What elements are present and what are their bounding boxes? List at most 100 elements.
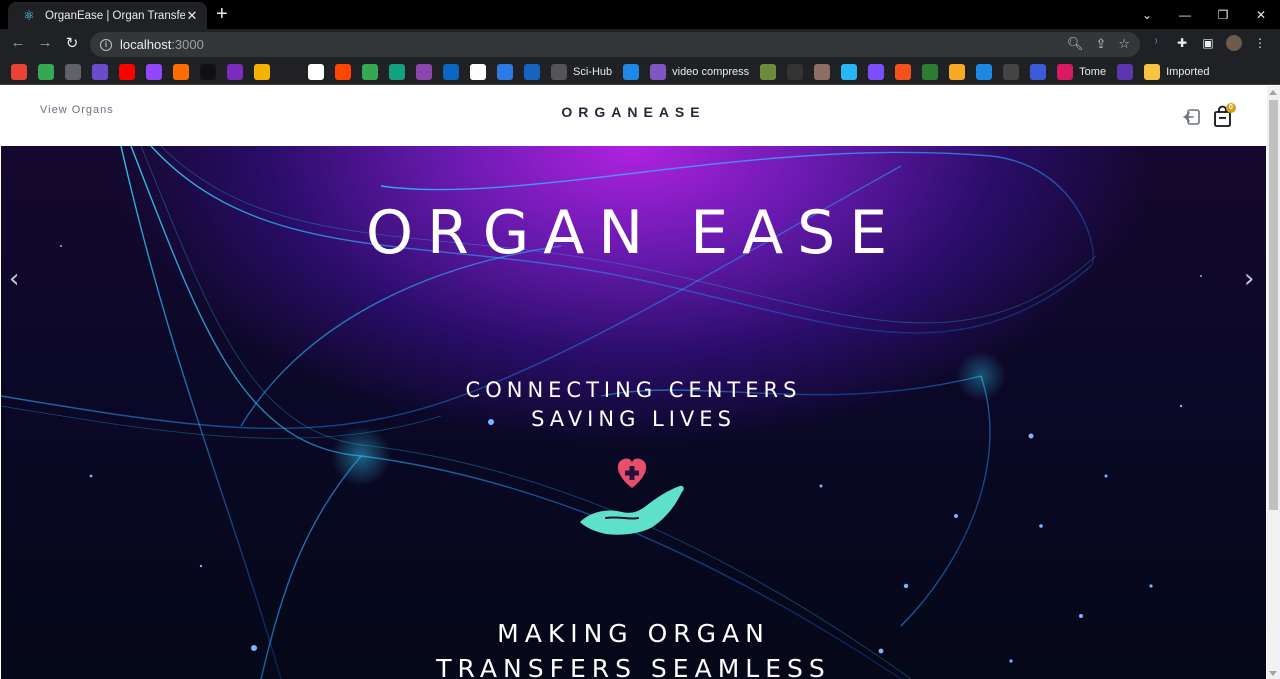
- profile-avatar[interactable]: [1226, 35, 1242, 51]
- scroll-up-icon[interactable]: [1269, 90, 1277, 95]
- puzzle-icon: [949, 63, 966, 80]
- info-icon[interactable]: i: [100, 38, 112, 51]
- browser-toolbar: ← → ↻ i localhost :3000 🔍︎ ⇪ ☆ ⁾ ✚ ▣ ⋮: [0, 29, 1280, 59]
- linkedin-icon: [443, 63, 459, 80]
- sidepanel-icon[interactable]: ▣: [1200, 35, 1216, 51]
- play-icon: [173, 63, 189, 80]
- tab-strip: ⚛ OrganEase | Organ Transfer ✕ + ⌄ — ❐ ✕: [0, 0, 1280, 29]
- bookmark-item[interactable]: [200, 63, 216, 80]
- close-icon[interactable]: ✕: [185, 8, 199, 24]
- site-header: View Organs ORGANEASE 0: [0, 86, 1267, 146]
- new-tab-button[interactable]: +: [216, 4, 228, 24]
- url-host: localhost: [120, 37, 172, 52]
- bookmark-label: video compress: [672, 65, 750, 78]
- bookmark-item[interactable]: [623, 63, 640, 80]
- bookmark-item[interactable]: [497, 63, 513, 80]
- scroll-down-icon[interactable]: [1269, 671, 1277, 676]
- github-icon: [470, 63, 486, 80]
- menu-icon[interactable]: ⋮: [1252, 35, 1268, 51]
- carousel-prev-icon[interactable]: ‹: [9, 264, 19, 294]
- x-icon: [200, 63, 216, 80]
- bookmark-item[interactable]: [65, 63, 81, 80]
- bookmark-item[interactable]: [787, 63, 804, 80]
- bookmark-item[interactable]: [895, 63, 912, 80]
- c-icon: [497, 63, 513, 80]
- close-window-icon[interactable]: ✕: [1242, 8, 1280, 22]
- bookmark-item[interactable]: Sci-Hub: [551, 63, 612, 80]
- bookmark-item[interactable]: Tome: [1057, 63, 1107, 80]
- g-icon: [1117, 63, 1134, 80]
- bookmark-item[interactable]: Imported: [1144, 63, 1210, 80]
- bookmark-item[interactable]: [841, 63, 858, 80]
- bookmark-item[interactable]: [949, 63, 966, 80]
- chatgpt-icon: [389, 63, 405, 80]
- page-viewport: View Organs ORGANEASE 0 ORGAN EASE CONNE…: [0, 86, 1267, 679]
- link-icon: [623, 63, 640, 80]
- scihub-icon: [551, 63, 567, 80]
- bookmark-item[interactable]: [119, 63, 135, 80]
- bookmark-item[interactable]: [416, 63, 432, 80]
- bookmark-item[interactable]: [1117, 63, 1134, 80]
- url-port: :3000: [171, 37, 204, 52]
- tagline-line: MAKING ORGAN: [497, 619, 770, 648]
- browser-tab[interactable]: ⚛ OrganEase | Organ Transfer ✕: [8, 2, 207, 29]
- bookmark-item[interactable]: [11, 63, 27, 80]
- maps-icon: [38, 63, 54, 80]
- hero-tagline-2: MAKING ORGAN TRANSFERS SEAMLESS: [1, 616, 1266, 679]
- bookmark-label: Tome: [1079, 65, 1107, 78]
- carousel-next-icon[interactable]: ›: [1244, 264, 1254, 294]
- bookmark-item[interactable]: [362, 63, 378, 80]
- gmail-icon: [11, 63, 27, 80]
- share-icon[interactable]: ⇪: [1095, 36, 1106, 52]
- bolt-icon: [281, 63, 297, 80]
- tab-search-icon[interactable]: ⌄: [1128, 8, 1166, 22]
- bookmark-item[interactable]: [868, 63, 885, 80]
- leaf-icon: [922, 63, 939, 80]
- zoom-icon[interactable]: 🔍︎: [1067, 36, 1084, 52]
- bookmark-item[interactable]: [922, 63, 939, 80]
- youtube-icon: [119, 63, 135, 80]
- scrollbar-thumb[interactable]: [1269, 100, 1278, 510]
- bookmark-item[interactable]: [443, 63, 459, 80]
- bookmark-item[interactable]: [1003, 63, 1020, 80]
- bookmark-item[interactable]: [976, 63, 993, 80]
- bookmark-item[interactable]: [524, 63, 540, 80]
- back-icon[interactable]: ←: [8, 34, 28, 51]
- star-icon[interactable]: ☆: [1118, 36, 1130, 52]
- bookmark-item[interactable]: [254, 63, 270, 80]
- forward-icon[interactable]: →: [35, 34, 55, 51]
- window-controls: ⌄ — ❐ ✕: [1128, 0, 1280, 29]
- tagline-line: SAVING LIVES: [531, 407, 736, 431]
- bookmark-item[interactable]: video compress: [650, 63, 750, 80]
- bookmark-item[interactable]: [760, 63, 777, 80]
- bookmark-item[interactable]: [389, 63, 405, 80]
- tome-icon: [1057, 63, 1074, 80]
- compress-icon: [650, 63, 667, 80]
- bookmark-item[interactable]: [146, 63, 162, 80]
- reload-icon[interactable]: ↻: [62, 34, 82, 52]
- bookmark-item[interactable]: [281, 63, 297, 80]
- bookmark-item[interactable]: [173, 63, 189, 80]
- bookmark-item[interactable]: [38, 63, 54, 80]
- bookmark-item[interactable]: [470, 63, 486, 80]
- address-bar[interactable]: i localhost :3000 🔍︎ ⇪ ☆: [90, 32, 1140, 57]
- u-icon: [416, 63, 432, 80]
- extensions-area: ⁾ ✚ ▣ ⋮: [1148, 35, 1268, 51]
- restore-icon[interactable]: ❐: [1204, 8, 1242, 22]
- brand-logo[interactable]: ORGANEASE: [0, 104, 1267, 120]
- minimize-icon[interactable]: —: [1166, 8, 1204, 22]
- tagline-line: CONNECTING CENTERS: [465, 378, 802, 402]
- bookmark-item[interactable]: [1030, 63, 1047, 80]
- bookmark-label: Imported: [1166, 65, 1210, 78]
- bookmark-item[interactable]: [308, 63, 324, 80]
- tagline-line: TRANSFERS SEAMLESS: [436, 654, 831, 679]
- folder-icon: [1144, 63, 1161, 80]
- extension-icon[interactable]: ⁾: [1148, 35, 1164, 51]
- wave-icon: [868, 63, 885, 80]
- bookmark-item[interactable]: [92, 63, 108, 80]
- bookmark-item[interactable]: [335, 63, 351, 80]
- puzzle-icon[interactable]: ✚: [1174, 35, 1190, 51]
- bookmark-item[interactable]: [814, 63, 831, 80]
- bookmark-item[interactable]: [227, 63, 243, 80]
- login-icon[interactable]: [1182, 107, 1202, 127]
